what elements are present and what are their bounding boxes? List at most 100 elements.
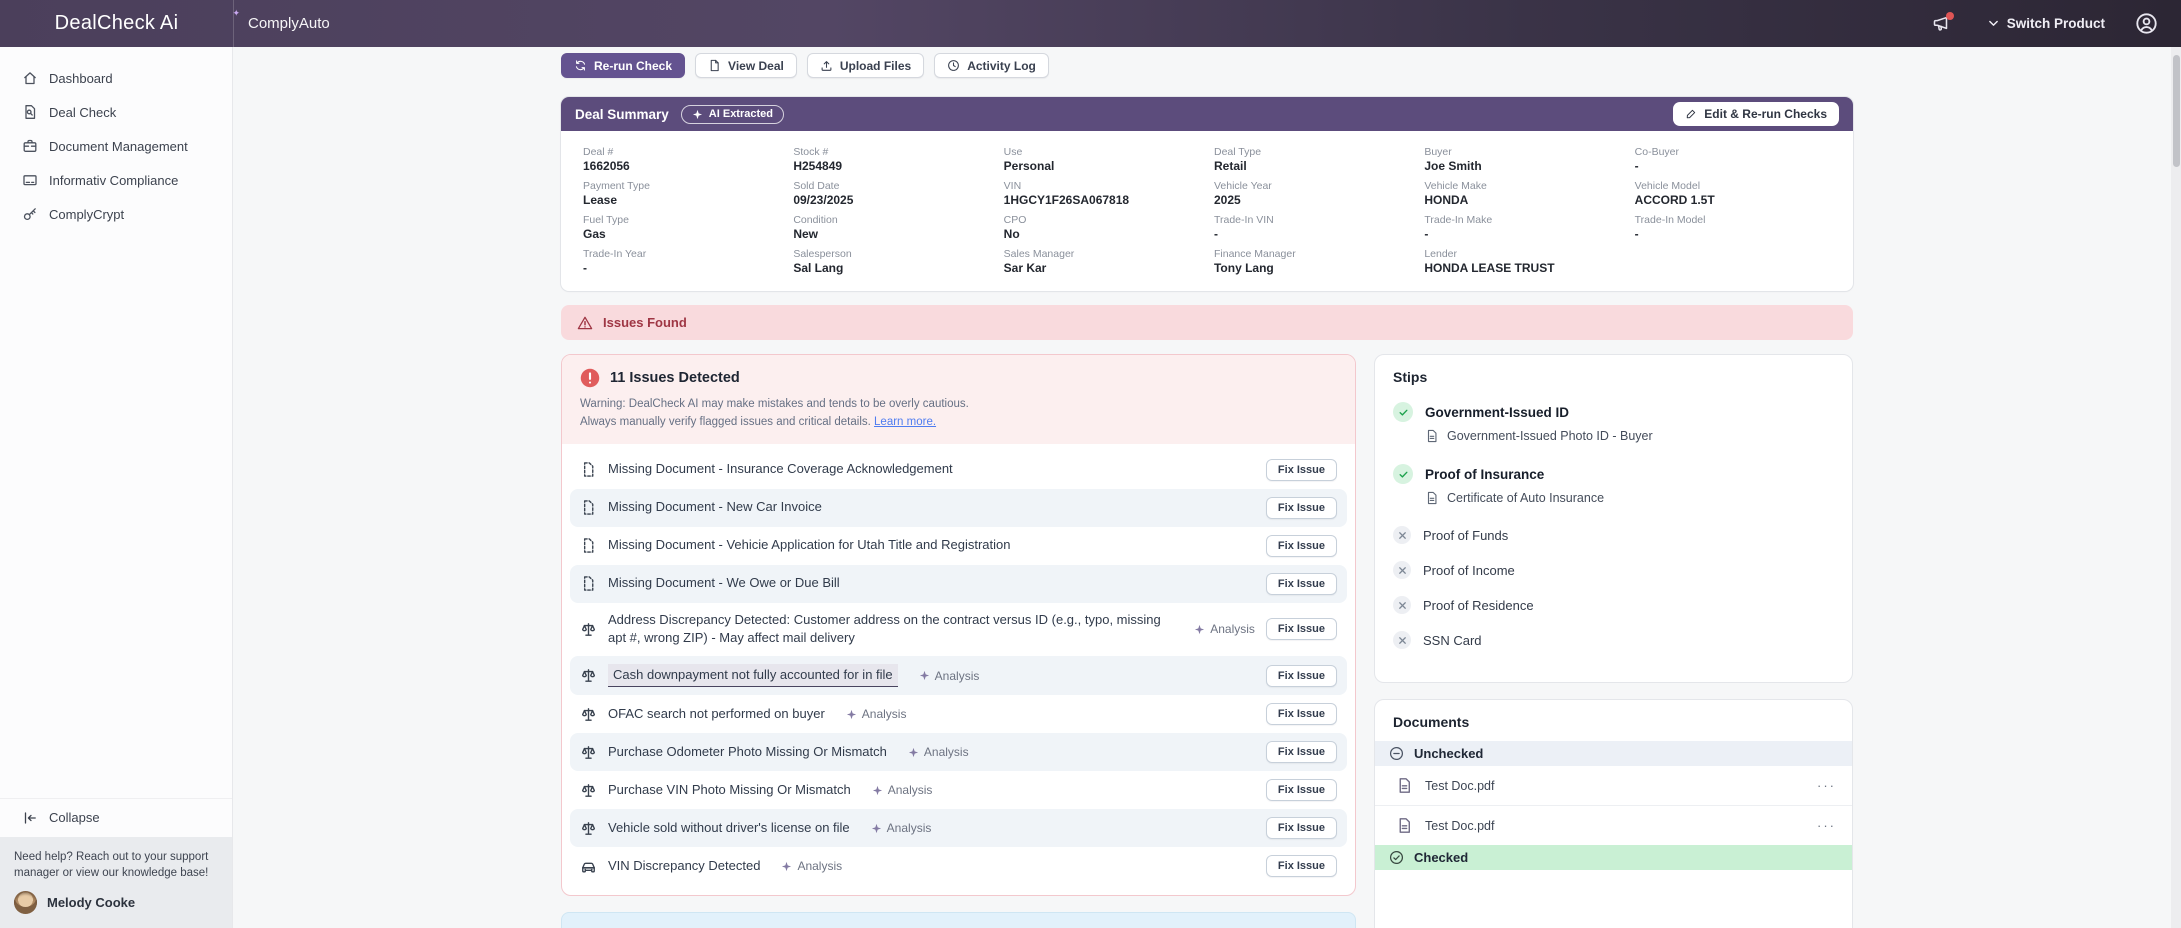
sidebar-item-deal-check[interactable]: Deal Check: [0, 95, 232, 129]
fix-issue-button[interactable]: Fix Issue: [1265, 779, 1337, 802]
fix-issue-button[interactable]: Fix Issue: [1265, 664, 1337, 687]
fix-issue-button[interactable]: Fix Issue: [1265, 741, 1337, 764]
fix-issue-button[interactable]: Fix Issue: [1265, 855, 1337, 878]
deal-field: Deal #1662056: [583, 142, 779, 176]
sidebar-item-informativ-compliance[interactable]: Informativ Compliance: [0, 163, 232, 197]
main-area: Re-run Check View Deal Upload Files Activit…: [233, 47, 2181, 928]
issues-found-text: Issues Found: [603, 315, 687, 330]
issue-text[interactable]: Missing Document - Vehicie Application f…: [608, 536, 1010, 555]
announcements-button[interactable]: [1927, 9, 1957, 39]
deal-field-label: Fuel Type: [583, 213, 629, 226]
pencil-icon: [1685, 108, 1697, 120]
sidebar-item-label: Document Management: [49, 138, 188, 154]
re-run-check-button[interactable]: Re-run Check: [561, 53, 686, 78]
deal-field-value: ACCORD 1.5T: [1634, 192, 1715, 207]
fix-issue-button[interactable]: Fix Issue: [1265, 572, 1337, 595]
file-menu-button[interactable]: ···: [1817, 778, 1836, 793]
issue-text[interactable]: VIN Discrepancy Detected: [608, 857, 760, 876]
upload-icon: [820, 59, 833, 72]
analysis-link[interactable]: Analysis: [908, 745, 969, 759]
deal-field-value: HONDA LEASE TRUST: [1424, 260, 1555, 275]
stip-item: Government-Issued ID Government-Issued Ph…: [1393, 402, 1834, 443]
deal-field-value: Personal: [1003, 158, 1055, 173]
deal-field: Trade-In Make -: [1424, 210, 1620, 244]
analysis-label: Analysis: [861, 707, 907, 722]
help-box: Need help? Reach out to your support man…: [0, 836, 232, 928]
issues-mitigated-panel[interactable]: 2 Issues Mitigated: [561, 912, 1356, 928]
issue-text[interactable]: Missing Document - We Owe or Due Bill: [608, 574, 840, 593]
sidebar-item-dashboard[interactable]: Dashboard: [0, 61, 232, 95]
issue-text[interactable]: OFAC search not performed on buyer: [608, 705, 825, 724]
deal-field-value: Joe Smith: [1424, 158, 1482, 173]
stips-card: Stips Government-Issued ID Government-Iss…: [1374, 354, 1853, 683]
collapse-button[interactable]: Collapse: [0, 797, 232, 837]
analysis-label: Analysis: [934, 668, 980, 683]
stip-label: Proof of Insurance: [1425, 466, 1545, 482]
documents-card: Documents Unchecked Test Doc.pdf ··· Test …: [1374, 699, 1853, 928]
sparkle-icon: [871, 823, 882, 834]
edit-rerun-checks-button[interactable]: Edit & Re-run Checks: [1673, 102, 1839, 126]
view-deal-button[interactable]: View Deal: [695, 53, 797, 78]
file-menu-button[interactable]: ···: [1817, 818, 1836, 833]
issue-text[interactable]: Purchase VIN Photo Missing Or Mismatch: [608, 781, 851, 800]
analysis-link[interactable]: Analysis: [781, 859, 842, 873]
fix-issue-button[interactable]: Fix Issue: [1265, 703, 1337, 726]
clock-icon: [947, 59, 960, 72]
deal-field-label: Deal Type: [1213, 145, 1262, 158]
x-icon: [1393, 561, 1411, 579]
issue-text[interactable]: Missing Document - Insurance Coverage Ac…: [608, 460, 953, 479]
deal-summary-grid: Deal #1662056 Stock # H254849 Use Personal De…: [561, 131, 1853, 291]
scrollbar-thumb[interactable]: [2172, 55, 2180, 167]
issues-warning-text: Warning: DealCheck AI may make mistakes …: [580, 398, 969, 428]
analysis-link[interactable]: Analysis: [919, 668, 980, 683]
documents-group-checked[interactable]: Checked: [1375, 845, 1852, 870]
stip-document-name: Certificate of Auto Insurance: [1447, 491, 1605, 505]
user-row[interactable]: Melody Cooke: [14, 891, 218, 914]
stip-label: SSN Card: [1423, 632, 1482, 648]
fix-issue-button[interactable]: Fix Issue: [1265, 496, 1337, 519]
toolbar-button-label: Upload Files: [839, 58, 912, 73]
issue-text[interactable]: Address Discrepancy Detected: Customer a…: [608, 611, 1173, 649]
refresh-icon: [574, 59, 587, 72]
document-icon: [1425, 491, 1439, 505]
sidebar-item-label: ComplyCrypt: [49, 206, 125, 222]
upload-files-button[interactable]: Upload Files: [806, 53, 925, 78]
issue-row: Vehicle sold without driver's license on…: [570, 809, 1347, 848]
fix-issue-button[interactable]: Fix Issue: [1265, 458, 1337, 481]
sidebar-item-document-management[interactable]: Document Management: [0, 129, 232, 163]
analysis-link[interactable]: Analysis: [871, 821, 931, 835]
activity-log-button[interactable]: Activity Log: [934, 53, 1049, 78]
account-button[interactable]: [2131, 9, 2161, 39]
switch-product-button[interactable]: Switch Product: [1987, 16, 2105, 31]
documents-title: Documents: [1393, 714, 1470, 730]
car-icon: [580, 858, 597, 875]
learn-more-link[interactable]: Learn more.: [874, 416, 936, 428]
analysis-link[interactable]: Analysis: [872, 783, 932, 797]
scrollbar-track[interactable]: [2171, 47, 2181, 928]
key-icon: [22, 206, 38, 222]
sidebar-nav: Dashboard Deal Check Document Management In…: [0, 47, 232, 798]
document-file-row[interactable]: Test Doc.pdf ···: [1375, 766, 1852, 806]
analysis-link[interactable]: Analysis: [1194, 622, 1255, 636]
fix-issue-button[interactable]: Fix Issue: [1265, 534, 1337, 557]
fix-issue-button[interactable]: Fix Issue: [1265, 618, 1337, 641]
analysis-link[interactable]: Analysis: [846, 707, 907, 722]
fix-issue-button[interactable]: Fix Issue: [1265, 817, 1337, 840]
deal-field-value: -: [1424, 226, 1429, 241]
deal-check-icon: [22, 104, 38, 120]
deal-field-label: Salesperson: [793, 247, 852, 260]
issue-row: Cash downpayment not fully accounted for…: [570, 656, 1347, 696]
sidebar-item-label: Informativ Compliance: [49, 172, 179, 188]
issue-text[interactable]: Purchase Odometer Photo Missing Or Misma…: [608, 743, 887, 762]
document-file-row[interactable]: Test Doc.pdf ···: [1375, 806, 1852, 845]
stip-document[interactable]: Certificate of Auto Insurance: [1425, 491, 1834, 505]
deal-field-label: Vehicle Year: [1213, 179, 1272, 192]
issue-text[interactable]: Cash downpayment not fully accounted for…: [608, 664, 898, 688]
deal-field-value: -: [1213, 226, 1218, 241]
stip-document[interactable]: Government-Issued Photo ID - Buyer: [1425, 429, 1834, 443]
documents-group-unchecked[interactable]: Unchecked: [1375, 741, 1852, 766]
issue-text[interactable]: Vehicle sold without driver's license on…: [608, 819, 850, 838]
sidebar-item-complycrypt[interactable]: ComplyCrypt: [0, 197, 232, 231]
deal-field-label: Stock #: [793, 145, 829, 158]
issue-text[interactable]: Missing Document - New Car Invoice: [608, 498, 822, 517]
